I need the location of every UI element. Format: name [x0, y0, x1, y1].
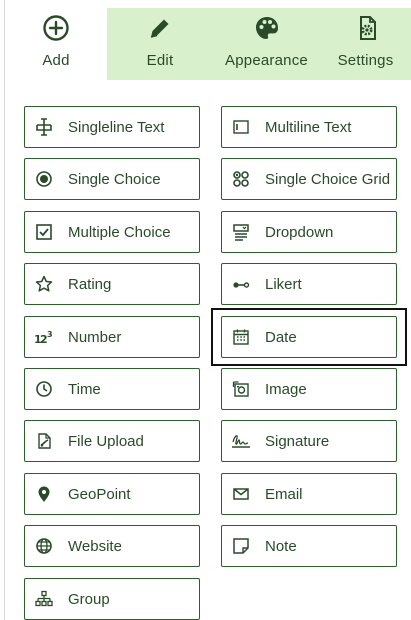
- field-dropdown-button[interactable]: Dropdown: [221, 211, 397, 253]
- add-circle-icon: [42, 10, 70, 46]
- field-file-upload-button[interactable]: File Upload: [24, 420, 200, 462]
- tab-appearance-label: Appearance: [225, 52, 308, 69]
- field-label: Group: [68, 590, 110, 608]
- toolbar: Add Edit Appearance Settings: [0, 0, 411, 82]
- field-label: Website: [68, 537, 122, 555]
- note-icon: [231, 536, 251, 556]
- field-image-button[interactable]: Image: [221, 368, 397, 410]
- singleline-text-icon: [34, 117, 54, 137]
- field-likert-button[interactable]: Likert: [221, 263, 397, 305]
- map-pin-icon: [34, 484, 54, 504]
- field-geopoint-button[interactable]: GeoPoint: [24, 473, 200, 515]
- image-icon: [231, 379, 251, 399]
- globe-icon: [34, 536, 54, 556]
- field-label: Image: [265, 380, 307, 398]
- field-multiple-choice-button[interactable]: Multiple Choice: [24, 211, 200, 253]
- field-website-button[interactable]: Website: [24, 525, 200, 567]
- field-email-button[interactable]: Email: [221, 473, 397, 515]
- field-label: Rating: [68, 275, 112, 293]
- panel-left-border: [4, 0, 5, 620]
- field-note-button[interactable]: Note: [221, 525, 397, 567]
- field-singleline-text-button[interactable]: Singleline Text: [24, 106, 200, 148]
- field-label: Email: [265, 485, 303, 503]
- star-icon: [34, 274, 54, 294]
- settings-document-icon: [352, 10, 380, 46]
- tab-settings-label: Settings: [337, 52, 394, 69]
- tab-appearance[interactable]: Appearance: [213, 8, 320, 80]
- pencil-icon: [147, 10, 173, 46]
- field-group-button[interactable]: Group: [24, 578, 200, 620]
- clock-icon: [34, 379, 54, 399]
- field-multiline-text-button[interactable]: Multiline Text: [221, 106, 397, 148]
- field-single-choice-button[interactable]: Single Choice: [24, 158, 200, 200]
- svg-text:3: 3: [47, 330, 53, 339]
- field-label: Single Choice: [68, 170, 161, 188]
- field-label: Date: [265, 328, 297, 346]
- tab-add-label: Add: [42, 52, 70, 69]
- calendar-icon: [231, 327, 251, 347]
- field-date-button[interactable]: Date: [221, 316, 397, 358]
- tab-edit[interactable]: Edit: [107, 8, 213, 80]
- radio-icon: [34, 169, 54, 189]
- field-label: Multiline Text: [265, 118, 352, 136]
- grid-choice-icon: [231, 169, 251, 189]
- field-time-button[interactable]: Time: [24, 368, 200, 410]
- tab-edit-label: Edit: [146, 52, 174, 69]
- field-single-choice-grid-button[interactable]: Single Choice Grid: [221, 158, 397, 200]
- field-label: Singleline Text: [68, 118, 165, 136]
- field-label: Likert: [265, 275, 302, 293]
- field-label: GeoPoint: [68, 485, 131, 503]
- field-label: Note: [265, 537, 297, 555]
- field-signature-button[interactable]: Signature: [221, 420, 397, 462]
- palette-icon: [253, 10, 281, 46]
- field-label: Signature: [265, 432, 330, 450]
- signature-icon: [231, 431, 251, 451]
- field-rating-button[interactable]: Rating: [24, 263, 200, 305]
- file-upload-icon: [34, 431, 54, 451]
- field-label: Single Choice Grid: [265, 170, 391, 188]
- field-label: Time: [68, 380, 101, 398]
- multiline-text-icon: [231, 117, 251, 137]
- field-number-button[interactable]: 123 Number: [24, 316, 200, 358]
- envelope-icon: [231, 484, 251, 504]
- tab-settings[interactable]: Settings: [320, 8, 411, 80]
- number-icon: 123: [34, 327, 54, 347]
- likert-icon: [231, 274, 251, 294]
- dropdown-icon: [231, 222, 251, 242]
- field-label: Multiple Choice: [68, 223, 171, 241]
- group-icon: [34, 589, 54, 609]
- checkbox-icon: [34, 222, 54, 242]
- field-label: Dropdown: [265, 223, 334, 241]
- tab-add[interactable]: Add: [8, 8, 104, 80]
- field-label: File Upload: [68, 432, 144, 450]
- field-label: Number: [68, 328, 122, 346]
